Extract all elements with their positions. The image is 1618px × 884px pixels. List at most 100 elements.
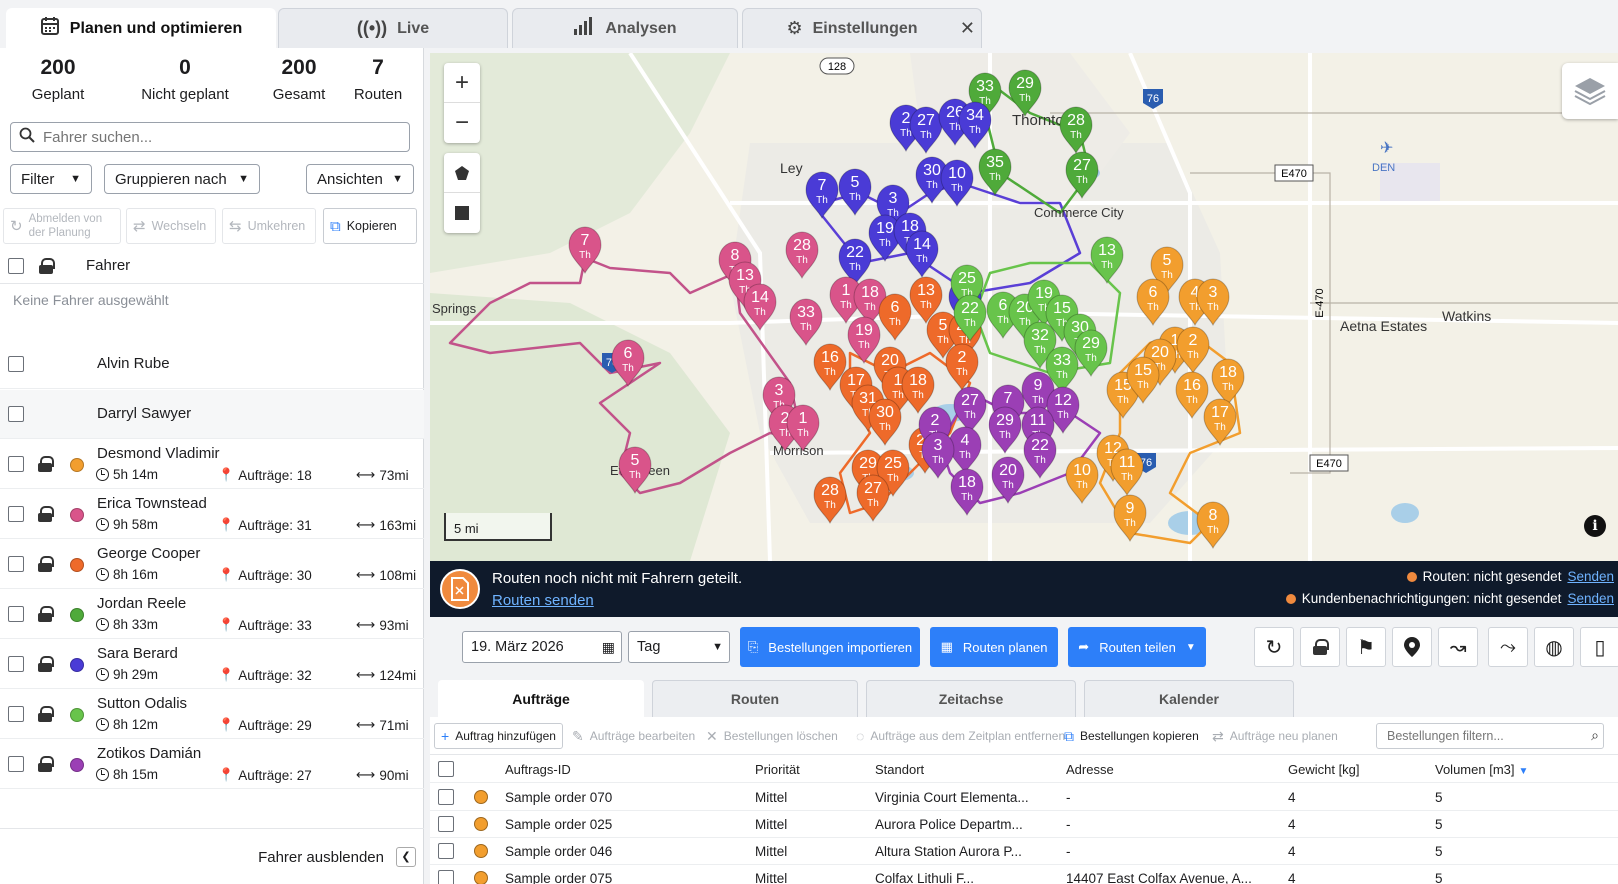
- order-checkbox[interactable]: [438, 870, 454, 884]
- map-layers-button[interactable]: [1562, 63, 1618, 119]
- collapse-panel-button[interactable]: ❮: [396, 847, 416, 867]
- table-row[interactable]: Sample order 070 Mittel Virginia Court Ele…: [430, 783, 1618, 811]
- driver-checkbox[interactable]: [8, 456, 24, 472]
- driver-row[interactable]: Alvin Rube: [0, 340, 424, 389]
- route-path-button[interactable]: ↝: [1438, 627, 1478, 667]
- driver-row[interactable]: Zotikos Damián 8h 15m 📍 Aufträge: 27 ⟷ 90mi: [0, 740, 424, 789]
- draw-controls: [444, 153, 480, 233]
- driver-row[interactable]: Desmond Vladimir 5h 14m 📍 Aufträge: 18 ⟷ 73mi: [0, 440, 424, 489]
- driver-checkbox[interactable]: [8, 356, 24, 372]
- date-picker[interactable]: 19. März 2026 ▦: [462, 631, 622, 663]
- orders-filter-input[interactable]: Bestellungen filtern... ⌕: [1376, 723, 1604, 749]
- import-orders-button[interactable]: ⎘ Bestellungen importieren: [740, 627, 920, 667]
- column-header-order-id[interactable]: Auftrags-ID: [505, 762, 571, 777]
- route-map[interactable]: 128 76 E470 E470 E-470 70 76 Thornton Co…: [430, 53, 1618, 561]
- driver-row[interactable]: Darryl Sawyer: [0, 390, 424, 439]
- send-routes-link[interactable]: Routen senden: [492, 592, 594, 609]
- select-all-checkbox[interactable]: [8, 257, 24, 274]
- table-row[interactable]: Sample order 075 Mittel Colfax Lithuli F..…: [430, 864, 1618, 884]
- lock-icon[interactable]: [38, 606, 54, 622]
- unassign-button[interactable]: ↻ Abmelden von der Planung: [3, 208, 121, 244]
- table-row[interactable]: Sample order 025 Mittel Aurora Police Depa…: [430, 810, 1618, 838]
- table-row[interactable]: Sample order 046 Mittel Altura Station Aur…: [430, 837, 1618, 865]
- period-select[interactable]: Tag ▼: [628, 631, 730, 663]
- filter-dropdown[interactable]: Filter ▼: [10, 164, 92, 194]
- lock-icon[interactable]: [38, 756, 54, 772]
- globe-button[interactable]: ◍: [1534, 627, 1574, 667]
- driver-row[interactable]: George Cooper 8h 16m 📍 Aufträge: 30 ⟷ 108mi: [0, 540, 424, 589]
- group-by-dropdown[interactable]: Gruppieren nach ▼: [104, 164, 260, 194]
- delete-orders-button[interactable]: ✕ Bestellungen löschen: [700, 723, 844, 749]
- send-notifications-link[interactable]: Senden: [1567, 591, 1614, 606]
- zoom-out-button[interactable]: −: [444, 103, 480, 143]
- column-header-priority[interactable]: Priorität: [755, 762, 800, 777]
- map-pin-number: 8: [731, 247, 740, 264]
- select-all-orders-checkbox[interactable]: [438, 761, 454, 777]
- driver-search[interactable]: [10, 122, 410, 152]
- tab-calendar[interactable]: Kalender: [1084, 680, 1294, 717]
- rectangle-draw-button[interactable]: [444, 193, 480, 233]
- order-checkbox[interactable]: [438, 789, 454, 805]
- tab-plan-optimize[interactable]: Planen und optimieren: [6, 8, 276, 48]
- driver-row[interactable]: Sutton Odalis 8h 12m 📍 Aufträge: 29 ⟷ 71mi: [0, 690, 424, 739]
- tab-timeline[interactable]: Zeitachse: [866, 680, 1076, 717]
- driver-checkbox[interactable]: [8, 756, 24, 772]
- tab-analytics[interactable]: Analysen: [512, 8, 738, 48]
- map-pin-day: Th: [1187, 350, 1199, 361]
- send-routes-status-link[interactable]: Senden: [1567, 569, 1614, 584]
- driver-checkbox[interactable]: [8, 706, 24, 722]
- search-icon: [19, 127, 35, 147]
- zoom-in-button[interactable]: +: [444, 63, 480, 103]
- route-optimize-button[interactable]: ⤳: [1488, 627, 1528, 667]
- order-checkbox[interactable]: [438, 816, 454, 832]
- share-routes-button[interactable]: ➦ Routen teilen ▼: [1068, 627, 1206, 667]
- marker-button[interactable]: ⚑: [1346, 627, 1386, 667]
- close-tab-icon[interactable]: ✕: [960, 18, 975, 39]
- column-header-weight[interactable]: Gewicht [kg]: [1288, 762, 1360, 777]
- views-dropdown[interactable]: Ansichten ▼: [306, 164, 414, 194]
- driver-checkbox[interactable]: [8, 556, 24, 572]
- refresh-button[interactable]: ↻: [1254, 627, 1294, 667]
- map-canvas[interactable]: 128 76 E470 E470 E-470 70 76 Thornton Co…: [430, 53, 1618, 561]
- order-checkbox[interactable]: [438, 843, 454, 859]
- polygon-draw-button[interactable]: [444, 153, 480, 193]
- lock-icon[interactable]: [38, 506, 54, 522]
- tab-routes[interactable]: Routen: [652, 680, 858, 717]
- reverse-button[interactable]: ⇆ Umkehren: [222, 208, 316, 244]
- driver-row[interactable]: Sara Berard 9h 29m 📍 Aufträge: 32 ⟷ 124mi: [0, 640, 424, 689]
- add-order-button[interactable]: + Auftrag hinzufügen: [434, 723, 563, 749]
- panel-layout-button[interactable]: ▯: [1580, 627, 1618, 667]
- driver-search-input[interactable]: [43, 128, 403, 146]
- lock-icon[interactable]: [38, 456, 54, 472]
- lock-icon[interactable]: [39, 257, 55, 274]
- tab-live[interactable]: ((•)) Live: [278, 8, 508, 48]
- column-header-location[interactable]: Standort: [875, 762, 924, 777]
- tab-orders[interactable]: Aufträge: [438, 680, 644, 717]
- info-icon[interactable]: i: [1584, 515, 1606, 537]
- driver-checkbox[interactable]: [8, 506, 24, 522]
- unschedule-orders-button[interactable]: ◌ Aufträge aus dem Zeitplan entfernen: [850, 723, 1071, 749]
- location-button[interactable]: [1392, 627, 1432, 667]
- lock-icon[interactable]: [38, 706, 54, 722]
- column-header-volume[interactable]: Volumen [m3] ▼: [1435, 762, 1528, 777]
- copy-orders-button[interactable]: ⧉ Bestellungen kopieren: [1058, 723, 1205, 749]
- driver-checkbox[interactable]: [8, 606, 24, 622]
- copy-button[interactable]: ⧉ Kopieren: [323, 208, 417, 244]
- driver-checkbox[interactable]: [8, 406, 24, 422]
- edit-orders-button[interactable]: ✎ Aufträge bearbeiten: [566, 723, 701, 749]
- replan-orders-button[interactable]: ⇄ Aufträge neu planen: [1206, 723, 1344, 749]
- tab-settings[interactable]: ⚙ Einstellungen ✕: [742, 8, 982, 48]
- search-icon[interactable]: ⌕: [1591, 727, 1599, 744]
- column-header-address[interactable]: Adresse: [1066, 762, 1114, 777]
- driver-row[interactable]: Jordan Reele 8h 33m 📍 Aufträge: 33 ⟷ 93mi: [0, 590, 424, 639]
- driver-row[interactable]: Erica Townstead 9h 58m 📍 Aufträge: 31 ⟷ 163mi: [0, 490, 424, 539]
- lock-icon[interactable]: [38, 656, 54, 672]
- lock-routes-button[interactable]: [1300, 627, 1340, 667]
- calendar-icon[interactable]: ▦: [602, 639, 615, 656]
- lock-icon[interactable]: [38, 556, 54, 572]
- plan-routes-button[interactable]: ▦ Routen planen: [930, 627, 1058, 667]
- driver-checkbox[interactable]: [8, 656, 24, 672]
- map-pin-number: 22: [846, 244, 864, 261]
- driver-name: Zotikos Damián: [97, 745, 202, 762]
- switch-button[interactable]: ⇄ Wechseln: [126, 208, 216, 244]
